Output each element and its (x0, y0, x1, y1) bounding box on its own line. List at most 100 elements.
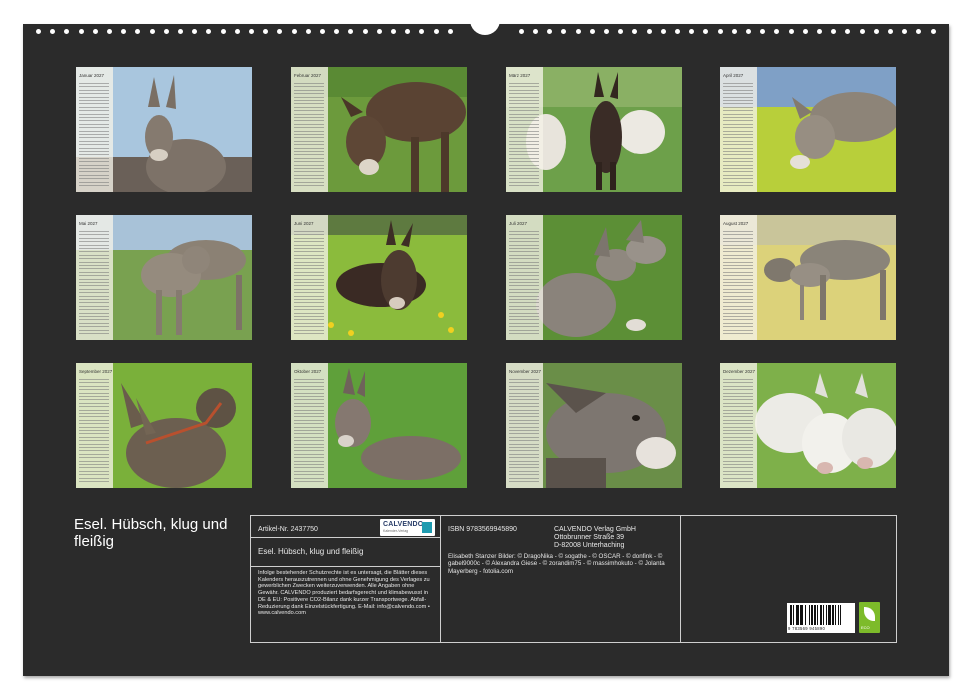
day-line (294, 436, 324, 438)
day-line (723, 436, 753, 438)
binding-hole (320, 29, 325, 34)
day-line (294, 171, 324, 173)
month-thumbnail-dezember[interactable]: Dezember 2027 (720, 363, 896, 488)
day-line (294, 285, 324, 287)
day-line (509, 89, 539, 91)
month-label: Oktober 2027 (294, 369, 322, 374)
day-line (723, 288, 753, 290)
day-line (294, 474, 324, 476)
day-line (294, 130, 324, 132)
day-line (723, 157, 753, 159)
day-line (723, 127, 753, 129)
day-line (509, 117, 539, 118)
calvendo-logo: CALVENDO Kalender-Verlag (380, 519, 435, 536)
day-line (723, 231, 753, 232)
day-line (294, 440, 324, 442)
day-line (509, 312, 539, 314)
day-line (723, 275, 753, 277)
day-line (723, 426, 753, 428)
day-line (509, 86, 539, 88)
month-thumbnail-januar[interactable]: Januar 2027 (76, 67, 252, 192)
day-line (509, 261, 539, 263)
day-line (294, 329, 324, 331)
day-line (723, 481, 753, 482)
day-line (79, 93, 109, 95)
day-line (723, 326, 753, 328)
publisher-name: CALVENDO Verlag GmbH (554, 526, 636, 533)
day-line (294, 481, 324, 482)
day-line (509, 161, 539, 163)
date-strip: Juni 2027 (291, 215, 328, 340)
month-thumbnail-august[interactable]: August 2027 (720, 215, 896, 340)
day-line (509, 171, 539, 173)
day-line (509, 379, 539, 380)
publisher-street: Ottobrunner Straße 39 (554, 534, 625, 541)
barcode-bar (823, 605, 825, 625)
month-thumbnail-november[interactable]: November 2027 (506, 363, 682, 488)
month-thumbnail-maerz[interactable]: März 2027 (506, 67, 682, 192)
day-line (79, 413, 109, 414)
day-line (294, 402, 324, 404)
day-line (294, 413, 324, 414)
day-line (509, 278, 539, 280)
day-line (79, 144, 109, 146)
day-line (294, 299, 324, 300)
day-line (509, 409, 539, 411)
month-thumbnail-oktober[interactable]: Oktober 2027 (291, 363, 467, 488)
binding-hole (92, 29, 98, 34)
day-line (294, 144, 324, 146)
day-line (509, 457, 539, 459)
day-line (723, 106, 753, 108)
month-thumbnail-april[interactable]: April 2027 (720, 67, 896, 192)
day-line (79, 329, 109, 331)
eco-badge: ECO (859, 602, 880, 633)
binding-hole (36, 29, 41, 34)
day-line (79, 481, 109, 482)
barcode-bar (834, 605, 836, 625)
day-line (79, 419, 109, 421)
binding-hole (78, 29, 84, 34)
day-line (79, 295, 109, 297)
day-line (294, 127, 324, 129)
day-line (509, 453, 539, 455)
binding-hole (675, 29, 680, 34)
day-line (723, 100, 753, 101)
barcode-bar (820, 605, 823, 625)
day-line (509, 464, 539, 465)
month-thumbnail-juli[interactable]: Juli 2027 (506, 215, 682, 340)
legal-notice: Infolge bestehender Schutzrechte ist es … (258, 570, 430, 617)
month-label: Mai 2027 (79, 221, 98, 226)
month-thumbnail-juni[interactable]: Juni 2027 (291, 215, 467, 340)
month-label: August 2027 (723, 221, 749, 226)
day-line (79, 117, 109, 118)
day-line (79, 426, 109, 428)
day-line (79, 151, 109, 152)
binding-hole (121, 29, 127, 34)
date-strip: Mai 2027 (76, 215, 113, 340)
day-line (509, 440, 539, 442)
day-line (79, 185, 109, 186)
barcode-bar (837, 605, 839, 625)
day-line (723, 285, 753, 287)
day-line (79, 396, 109, 397)
day-line (723, 161, 753, 163)
day-line (509, 292, 539, 294)
binding-hole (249, 29, 254, 34)
day-line (294, 89, 324, 91)
day-line (723, 406, 753, 408)
binding-hole (107, 29, 112, 34)
date-strip: April 2027 (720, 67, 757, 192)
month-thumbnail-september[interactable]: September 2027 (76, 363, 252, 488)
day-line (723, 147, 753, 149)
day-line (723, 251, 753, 253)
month-label: Juni 2027 (294, 221, 314, 226)
day-line (294, 120, 324, 122)
day-line (79, 275, 109, 277)
day-line (509, 120, 539, 122)
day-line (723, 265, 753, 266)
day-line (723, 151, 753, 152)
day-line (509, 285, 539, 287)
day-line (723, 241, 753, 243)
month-thumbnail-mai[interactable]: Mai 2027 (76, 215, 252, 340)
month-thumbnail-februar[interactable]: Februar 2027 (291, 67, 467, 192)
